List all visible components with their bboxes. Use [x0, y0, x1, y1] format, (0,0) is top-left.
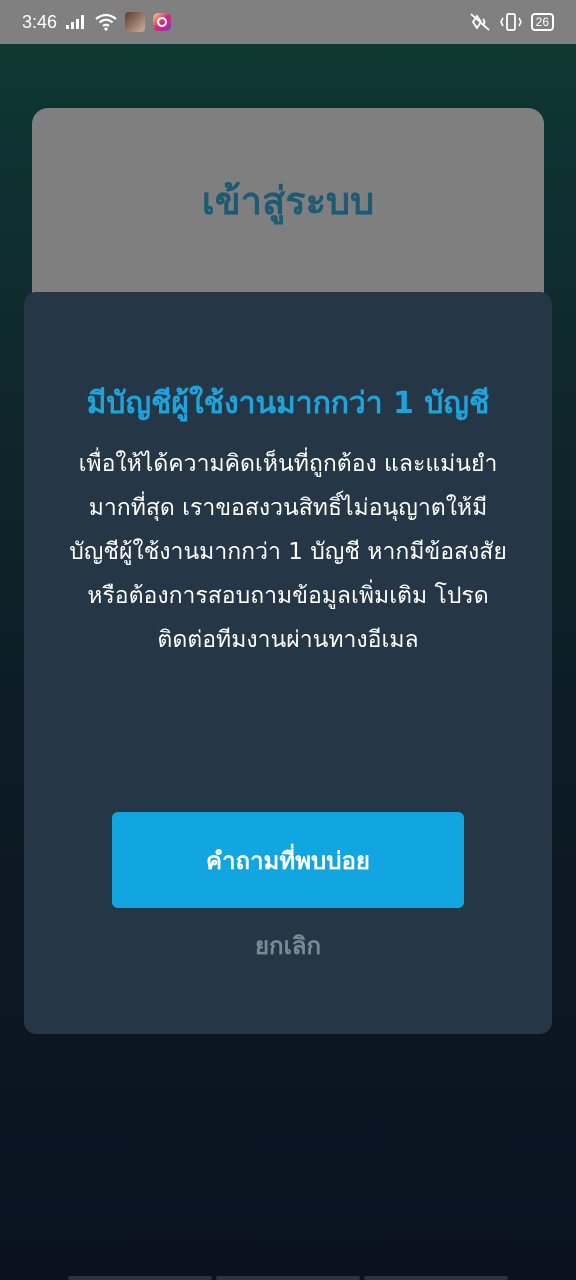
- app-avatar-icon: [125, 12, 146, 32]
- instagram-icon: [153, 13, 172, 31]
- wifi-icon: [95, 13, 117, 31]
- dialog-message: เพื่อให้ได้ความคิดเห็นที่ถูกต้อง และแม่น…: [69, 451, 507, 653]
- vibrate-off-icon: [470, 13, 490, 31]
- multiple-accounts-dialog: มีบัญชีผู้ใช้งานมากกว่า 1 บัญชี เพื่อให้…: [24, 292, 552, 1034]
- dialog-title: มีบัญชีผู้ใช้งานมากกว่า 1 บัญชี: [86, 386, 490, 421]
- nav-segment: [216, 1276, 360, 1280]
- nav-segment: [364, 1276, 508, 1280]
- status-bar-left: 3:46: [22, 11, 172, 33]
- status-bar-right: 26: [469, 12, 554, 32]
- signal-icon: [66, 15, 85, 29]
- vibrate-icon: [499, 13, 522, 31]
- nav-segment: [68, 1276, 212, 1280]
- cancel-button[interactable]: ยกเลิก: [24, 926, 552, 965]
- battery-icon: 26: [530, 13, 554, 31]
- navigation-bar: [68, 1276, 508, 1280]
- login-title: เข้าสู่ระบบ: [201, 179, 375, 223]
- faq-button[interactable]: คำถามที่พบบ่อย: [112, 812, 464, 908]
- status-bar: 3:46 26: [0, 0, 576, 44]
- status-time: 3:46: [22, 11, 58, 32]
